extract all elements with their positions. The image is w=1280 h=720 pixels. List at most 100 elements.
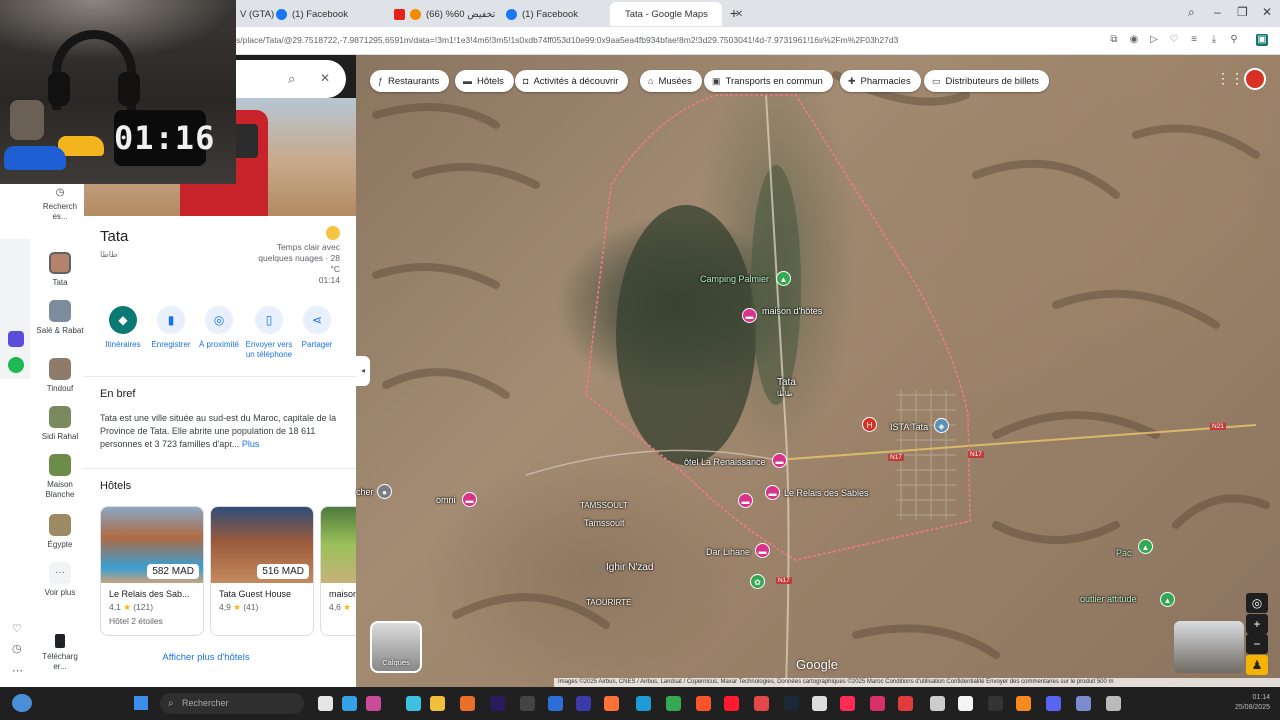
- app-icon[interactable]: [870, 696, 885, 711]
- account-avatar[interactable]: [1244, 68, 1266, 90]
- app-icon[interactable]: [958, 696, 973, 711]
- my-location-icon[interactable]: ◎: [1246, 593, 1268, 613]
- tiktok-icon[interactable]: [840, 696, 855, 711]
- app-icon[interactable]: [1106, 696, 1121, 711]
- more-menu-icon[interactable]: ⋯: [12, 664, 23, 677]
- opera-icon[interactable]: [724, 696, 739, 711]
- tab-youtube[interactable]: تخفيض 60% (66): [384, 2, 505, 26]
- play-icon[interactable]: ▷: [1148, 34, 1160, 46]
- discord-icon[interactable]: [1046, 696, 1061, 711]
- hotel-pin-icon[interactable]: ▬: [738, 493, 753, 508]
- extension-icon[interactable]: ▣: [1256, 34, 1268, 46]
- app-icon[interactable]: [548, 696, 563, 711]
- camera-icon[interactable]: ◉: [1128, 34, 1140, 46]
- app-icon[interactable]: [406, 696, 421, 711]
- rail-sale-rabat[interactable]: Salé & Rabat: [36, 300, 84, 336]
- directions-button[interactable]: ◆ Itinéraires: [96, 306, 150, 350]
- rail-sidi-rahal[interactable]: Sidi Rahal: [36, 406, 84, 442]
- hotel-card[interactable]: maison 4,6 ★: [320, 506, 356, 636]
- tab-facebook-2[interactable]: (1) Facebook: [496, 2, 588, 26]
- maximize-icon[interactable]: ❐: [1237, 5, 1248, 19]
- rail-searches[interactable]: ◷ Recherch es...: [36, 188, 84, 222]
- map-label-cher[interactable]: cher: [356, 487, 374, 497]
- app-icon[interactable]: [754, 696, 769, 711]
- map-label-camping[interactable]: Camping Palmier: [700, 274, 769, 284]
- share-button[interactable]: ⋖ Partager: [290, 306, 344, 350]
- park-pin-icon[interactable]: ▲: [1138, 539, 1153, 554]
- apps-grid-icon[interactable]: ⋮⋮: [1216, 71, 1244, 85]
- file-explorer-icon[interactable]: [430, 696, 445, 711]
- map-label-tamssoult[interactable]: Tamssoult: [584, 518, 625, 528]
- tab-google-maps[interactable]: Tata - Google Maps ✕: [610, 2, 743, 26]
- chip-museums[interactable]: ⌂ Musées: [640, 70, 702, 92]
- hotel-card[interactable]: 582 MAD Le Relais des Sab... 4,1 ★ (121)…: [100, 506, 204, 636]
- map-label-maison[interactable]: maison d'hôtes: [762, 306, 822, 316]
- app-icon[interactable]: [520, 696, 535, 711]
- task-view-icon[interactable]: [318, 696, 333, 711]
- app-icon[interactable]: [366, 696, 381, 711]
- park-pin-icon[interactable]: ✿: [750, 574, 765, 589]
- vivaldi-icon[interactable]: [898, 696, 913, 711]
- school-pin-icon[interactable]: ◈: [934, 418, 949, 433]
- save-button[interactable]: ▮ Enregistrer: [144, 306, 198, 350]
- taskbar-search[interactable]: ⌕ Rechercher: [160, 693, 304, 714]
- hospital-pin-icon[interactable]: H: [862, 417, 877, 432]
- map-label-renaissance[interactable]: ôtel La Renaissance: [684, 457, 766, 467]
- hotel-card[interactable]: 516 MAD Tata Guest House 4,9 ★ (41): [210, 506, 314, 636]
- rail-maison-blanche[interactable]: Maison Blanche: [36, 454, 84, 500]
- zoom-in-button[interactable]: +: [1246, 614, 1268, 634]
- url-text[interactable]: s/place/Tata/@29.7518722,-7.9871295,6591…: [236, 35, 898, 45]
- hotel-pin-icon[interactable]: ▬: [462, 492, 477, 507]
- download-icon[interactable]: ⤓: [1208, 34, 1220, 46]
- zoom-out-button[interactable]: −: [1246, 634, 1268, 654]
- chip-activities[interactable]: ◘ Activités à découvrir: [515, 70, 629, 92]
- recent-icon[interactable]: ◷: [12, 642, 22, 655]
- app-icon[interactable]: [576, 696, 591, 711]
- hotel-pin-icon[interactable]: ▬: [772, 453, 787, 468]
- satellite-map[interactable]: [356, 55, 1280, 687]
- app-icon[interactable]: [342, 696, 357, 711]
- rail-egypte[interactable]: Égypte: [36, 514, 84, 550]
- rail-tata[interactable]: Tata: [36, 252, 84, 288]
- map-label-relais[interactable]: Le Relais des Sables: [784, 488, 869, 498]
- search-icon[interactable]: ⌕: [288, 71, 295, 87]
- brave-icon[interactable]: [696, 696, 711, 711]
- collapse-panel-button[interactable]: ◂: [356, 356, 370, 386]
- tab-facebook-1[interactable]: (1) Facebook: [266, 2, 358, 26]
- windows-start-icon[interactable]: [134, 696, 148, 710]
- map-label-dar-lihane[interactable]: Dar Lihane: [706, 547, 750, 557]
- place-pin-icon[interactable]: ●: [377, 484, 392, 499]
- chip-transit[interactable]: ▣ Transports en commun: [704, 70, 833, 92]
- premiere-icon[interactable]: [490, 696, 505, 711]
- spotify-icon[interactable]: [8, 357, 24, 373]
- collections-icon[interactable]: ≡: [1188, 34, 1200, 46]
- search-tabs-icon[interactable]: ⌕: [1188, 5, 1195, 20]
- chip-hotels[interactable]: ▬ Hôtels: [455, 70, 514, 92]
- rail-tindouf[interactable]: Tindouf: [36, 358, 84, 394]
- search-box[interactable]: ⌕ ✕: [236, 60, 346, 98]
- app-icon[interactable]: [1016, 696, 1031, 711]
- minimize-icon[interactable]: –: [1214, 5, 1221, 19]
- hotel-pin-icon[interactable]: ▬: [765, 485, 780, 500]
- app-icon[interactable]: [812, 696, 827, 711]
- install-app-icon[interactable]: ⧉: [1108, 34, 1120, 46]
- rail-download[interactable]: Télécharg er...: [36, 634, 84, 672]
- app-icon[interactable]: [930, 696, 945, 711]
- app-icon[interactable]: [8, 331, 24, 347]
- more-link[interactable]: Plus: [242, 439, 260, 449]
- saved-icon[interactable]: ♡: [12, 622, 22, 635]
- camping-pin-icon[interactable]: ▲: [776, 271, 791, 286]
- park-pin-icon[interactable]: ▲: [1160, 592, 1175, 607]
- app-icon[interactable]: [1076, 696, 1091, 711]
- pegman-icon[interactable]: ♟: [1246, 655, 1268, 675]
- chip-atm[interactable]: ▭ Distributeurs de billets: [924, 70, 1049, 92]
- weather-widget-icon[interactable]: [12, 694, 32, 712]
- map-label-tata[interactable]: Tata: [777, 377, 796, 388]
- firefox-icon[interactable]: [604, 696, 619, 711]
- street-view-preview[interactable]: [1174, 621, 1244, 673]
- app-icon[interactable]: [460, 696, 475, 711]
- edge-icon[interactable]: [636, 696, 651, 711]
- chip-pharmacies[interactable]: ✚ Pharmacies: [840, 70, 921, 92]
- favorite-icon[interactable]: ♡: [1168, 34, 1180, 46]
- rail-more[interactable]: ··· Voir plus: [36, 562, 84, 598]
